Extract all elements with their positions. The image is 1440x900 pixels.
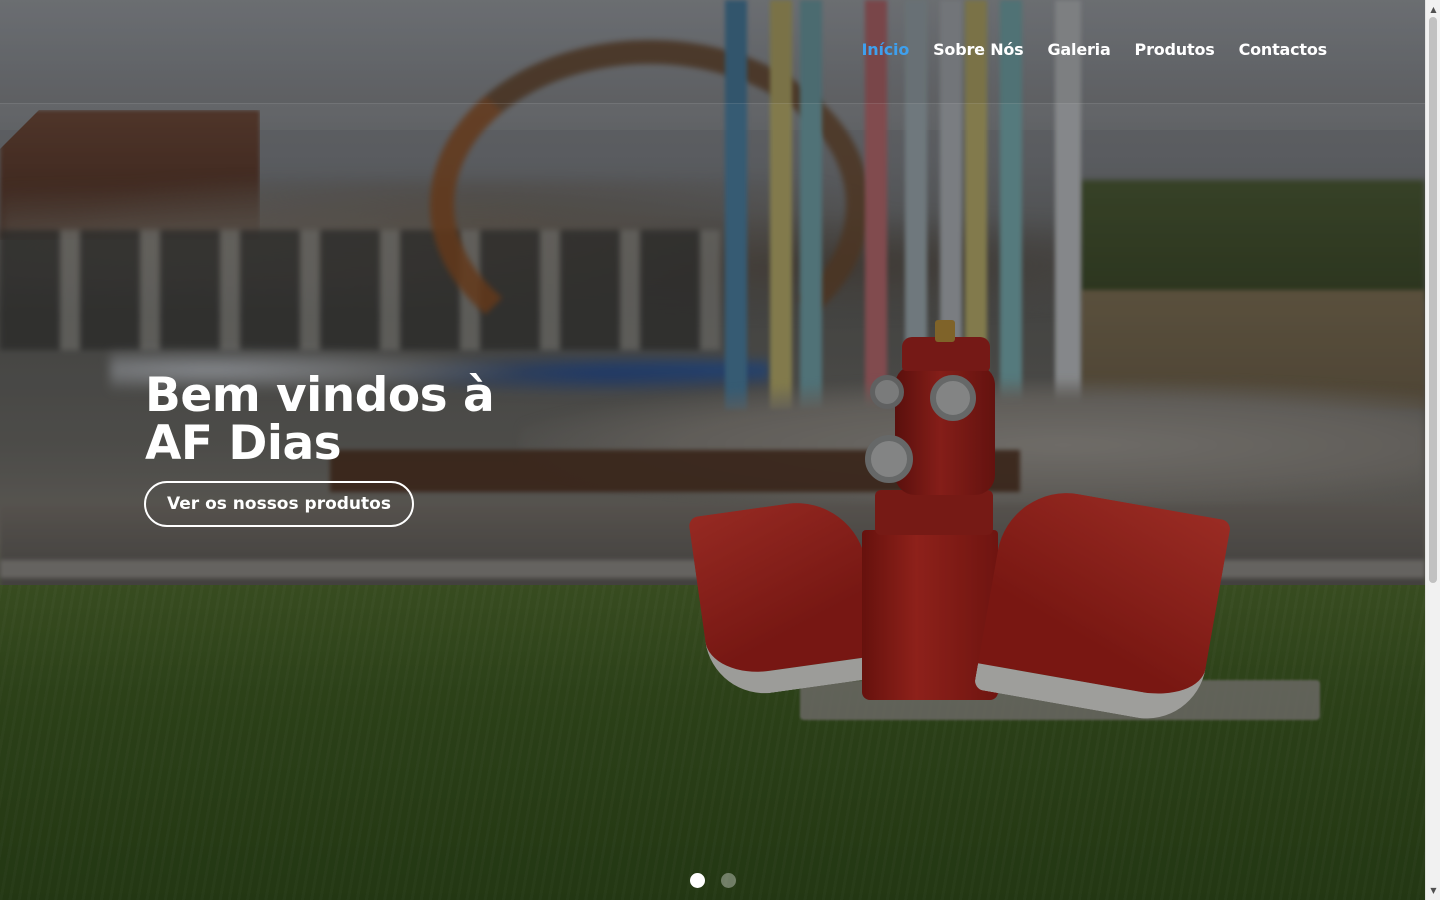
scroll-up-arrow-icon[interactable]: ▲ [1426,2,1440,17]
main-nav: Início Sobre Nós Galeria Produtos Contac… [862,40,1328,59]
scrollbar-thumb[interactable] [1429,17,1437,583]
view-products-button[interactable]: Ver os nossos produtos [144,481,414,527]
scroll-down-arrow-icon[interactable]: ▼ [1426,883,1440,898]
nav-item-sobre-nos[interactable]: Sobre Nós [933,40,1024,59]
page-scrollbar[interactable]: ▲ ▼ [1425,0,1440,900]
nav-item-galeria[interactable]: Galeria [1048,40,1111,59]
nav-item-inicio[interactable]: Início [862,40,910,59]
nav-item-produtos[interactable]: Produtos [1135,40,1215,59]
hero-title: Bem vindos à AF Dias [145,372,565,468]
slider-pagination [690,873,736,888]
hero-title-line-1: Bem vindos à [145,368,495,423]
hero-title-line-2: AF Dias [145,416,342,471]
slider-dot-2[interactable] [721,873,736,888]
nav-item-contactos[interactable]: Contactos [1239,40,1328,59]
slider-dot-1[interactable] [690,873,705,888]
